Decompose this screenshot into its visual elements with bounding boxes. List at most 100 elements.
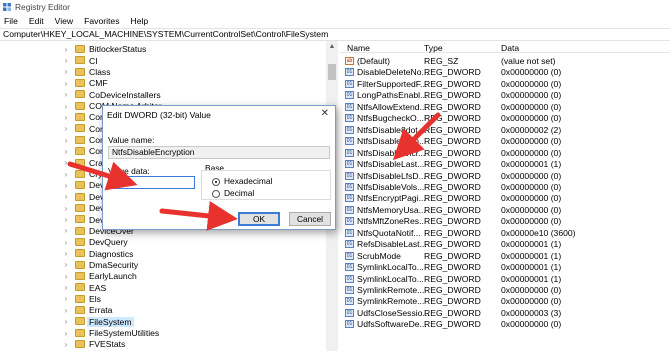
value-data-input[interactable]: 1 bbox=[108, 176, 195, 189]
chevron-right-icon[interactable]: › bbox=[62, 56, 70, 65]
chevron-right-icon[interactable]: › bbox=[62, 215, 70, 224]
menu-file[interactable]: File bbox=[4, 16, 18, 26]
chevron-right-icon[interactable]: › bbox=[62, 226, 70, 235]
value-row[interactable]: 01 ScrubMode REG_DWORD 0x00000001 (1) bbox=[339, 250, 670, 262]
value-row[interactable]: 01 SymlinkLocalTo... REG_DWORD 0x00000001 (… bbox=[339, 261, 670, 273]
value-row[interactable]: ab (Default) REG_SZ (value not set) bbox=[339, 55, 670, 67]
values-pane: Name Type Data ab (Default) REG_SZ (value n… bbox=[339, 41, 670, 351]
decimal-radio[interactable] bbox=[212, 190, 220, 198]
menu-help[interactable]: Help bbox=[131, 16, 149, 26]
chevron-right-icon[interactable]: › bbox=[62, 158, 70, 167]
value-type: REG_DWORD bbox=[424, 285, 481, 295]
value-row[interactable]: 01 SymlinkLocalTo... REG_DWORD 0x00000001 (… bbox=[339, 273, 670, 285]
chevron-right-icon[interactable]: › bbox=[62, 67, 70, 76]
dword-value-icon: 01 bbox=[345, 205, 354, 214]
value-name: SymlinkLocalTo... bbox=[357, 273, 424, 284]
value-type: REG_DWORD bbox=[424, 90, 481, 101]
value-type: REG_DWORD bbox=[424, 147, 481, 158]
chevron-right-icon[interactable]: › bbox=[62, 283, 70, 292]
chevron-right-icon[interactable]: › bbox=[62, 306, 70, 315]
hexadecimal-radio[interactable] bbox=[212, 178, 220, 186]
chevron-right-icon[interactable]: › bbox=[62, 170, 70, 179]
value-row[interactable]: 01 NtfsDisableLast... REG_DWORD 0x00000001 … bbox=[339, 158, 670, 170]
value-row[interactable]: 01 NtfsDisableEncr... REG_DWORD 0x00000000 … bbox=[339, 147, 670, 159]
chevron-right-icon[interactable]: › bbox=[62, 113, 70, 122]
value-data: 0x00000000 (0) bbox=[501, 216, 562, 227]
tree-item-label: Errata bbox=[89, 305, 113, 316]
column-data[interactable]: Data bbox=[501, 43, 519, 53]
value-row[interactable]: 01 RefsDisableLast... REG_DWORD 0x00000001 … bbox=[339, 238, 670, 250]
dword-value-icon: 01 bbox=[345, 251, 354, 260]
chevron-right-icon[interactable]: › bbox=[62, 147, 70, 156]
decimal-label[interactable]: Decimal bbox=[224, 188, 254, 198]
column-type[interactable]: Type bbox=[424, 43, 443, 53]
hexadecimal-label[interactable]: Hexadecimal bbox=[224, 176, 272, 186]
menu-edit[interactable]: Edit bbox=[29, 16, 44, 26]
value-row[interactable]: 01 NtfsQuotaNotif... REG_DWORD 0x00000e10 (… bbox=[339, 227, 670, 239]
value-type: REG_DWORD bbox=[424, 67, 481, 78]
chevron-right-icon[interactable]: › bbox=[62, 79, 70, 88]
value-type: REG_DWORD bbox=[424, 307, 481, 318]
value-row[interactable]: 01 NtfsAllowExtend... REG_DWORD 0x00000000 … bbox=[339, 101, 670, 113]
folder-icon bbox=[75, 147, 85, 156]
value-row[interactable]: 01 NtfsDisableVols... REG_DWORD 0x00000000 … bbox=[339, 181, 670, 193]
base-group: Hexadecimal Decimal bbox=[201, 170, 331, 200]
value-row[interactable]: 01 LongPathsEnabl... REG_DWORD 0x00000000 (… bbox=[339, 89, 670, 101]
value-name-field[interactable]: NtfsDisableEncryption bbox=[108, 146, 330, 159]
value-row[interactable]: 01 NtfsMftZoneRes... REG_DWORD 0x00000000 (… bbox=[339, 215, 670, 227]
value-row[interactable]: 01 SymlinkRemote... REG_DWORD 0x00000000 (0… bbox=[339, 284, 670, 296]
chevron-right-icon[interactable]: › bbox=[62, 238, 70, 247]
chevron-right-icon[interactable]: › bbox=[62, 317, 70, 326]
title-bar: Registry Editor bbox=[0, 0, 670, 14]
chevron-right-icon[interactable]: › bbox=[62, 294, 70, 303]
value-type: REG_DWORD bbox=[424, 113, 481, 124]
menu-favorites[interactable]: Favorites bbox=[84, 16, 119, 26]
chevron-right-icon[interactable]: › bbox=[62, 102, 70, 111]
value-row[interactable]: 01 DisableDeleteNo... REG_DWORD 0x00000000 … bbox=[339, 66, 670, 78]
chevron-right-icon[interactable]: › bbox=[62, 272, 70, 281]
chevron-right-icon[interactable]: › bbox=[62, 45, 70, 54]
value-type: REG_DWORD bbox=[424, 216, 481, 227]
value-row[interactable]: 01 NtfsBugcheckO... REG_DWORD 0x00000000 (0… bbox=[339, 112, 670, 124]
chevron-right-icon[interactable]: › bbox=[62, 329, 70, 338]
folder-icon bbox=[75, 226, 85, 235]
value-data: 0x00000000 (0) bbox=[501, 78, 562, 89]
address-bar[interactable]: Computer\HKEY_LOCAL_MACHINE\SYSTEM\Curre… bbox=[0, 28, 670, 41]
value-row[interactable]: 01 FilterSupportedF... REG_DWORD 0x00000000… bbox=[339, 78, 670, 90]
close-icon[interactable]: ✕ bbox=[321, 108, 329, 119]
scroll-up-icon[interactable]: ▲ bbox=[326, 41, 338, 52]
scroll-thumb[interactable] bbox=[328, 64, 336, 80]
value-row[interactable]: 01 NtfsDisable8dot... REG_DWORD 0x00000002 … bbox=[339, 124, 670, 136]
value-data: 0x00000000 (0) bbox=[501, 181, 562, 192]
value-row[interactable]: 01 SymlinkRemote... REG_DWORD 0x00000000 (0… bbox=[339, 295, 670, 307]
value-row[interactable]: 01 NtfsMemoryUsa... REG_DWORD 0x00000000 (0… bbox=[339, 204, 670, 216]
cancel-button[interactable]: Cancel bbox=[289, 212, 331, 226]
chevron-right-icon[interactable]: › bbox=[62, 249, 70, 258]
chevron-right-icon[interactable]: › bbox=[62, 204, 70, 213]
tree-item-label: EAS bbox=[89, 282, 107, 293]
value-row[interactable]: 01 NtfsDisableCom... REG_DWORD 0x00000000 (… bbox=[339, 135, 670, 147]
column-name[interactable]: Name bbox=[347, 43, 370, 53]
value-row[interactable]: 01 NtfsEncryptPagi... REG_DWORD 0x00000000 … bbox=[339, 192, 670, 204]
ok-button[interactable]: OK bbox=[238, 212, 280, 226]
folder-icon bbox=[75, 90, 85, 99]
value-name: NtfsDisableVols... bbox=[357, 181, 425, 192]
folder-icon bbox=[75, 192, 85, 201]
tree-item[interactable]: › FVEStats bbox=[0, 338, 326, 351]
chevron-right-icon[interactable]: › bbox=[62, 90, 70, 99]
value-row[interactable]: 01 UdfsCloseSessio... REG_DWORD 0x00000003 … bbox=[339, 307, 670, 319]
value-data: 0x00000000 (0) bbox=[501, 319, 562, 330]
chevron-right-icon[interactable]: › bbox=[62, 340, 70, 349]
dword-value-icon: 01 bbox=[345, 308, 354, 317]
menu-view[interactable]: View bbox=[55, 16, 73, 26]
folder-icon bbox=[75, 306, 85, 315]
value-row[interactable]: 01 UdfsSoftwareDe... REG_DWORD 0x00000000 (… bbox=[339, 318, 670, 330]
chevron-right-icon[interactable]: › bbox=[62, 181, 70, 190]
chevron-right-icon[interactable]: › bbox=[62, 192, 70, 201]
chevron-right-icon[interactable]: › bbox=[62, 124, 70, 133]
chevron-right-icon[interactable]: › bbox=[62, 136, 70, 145]
value-row[interactable]: 01 NtfsDisableLfsD... REG_DWORD 0x00000000 … bbox=[339, 170, 670, 182]
value-name: NtfsDisable8dot... bbox=[357, 124, 425, 135]
chevron-right-icon[interactable]: › bbox=[62, 260, 70, 269]
tree-item-label: FVEStats bbox=[89, 339, 126, 350]
